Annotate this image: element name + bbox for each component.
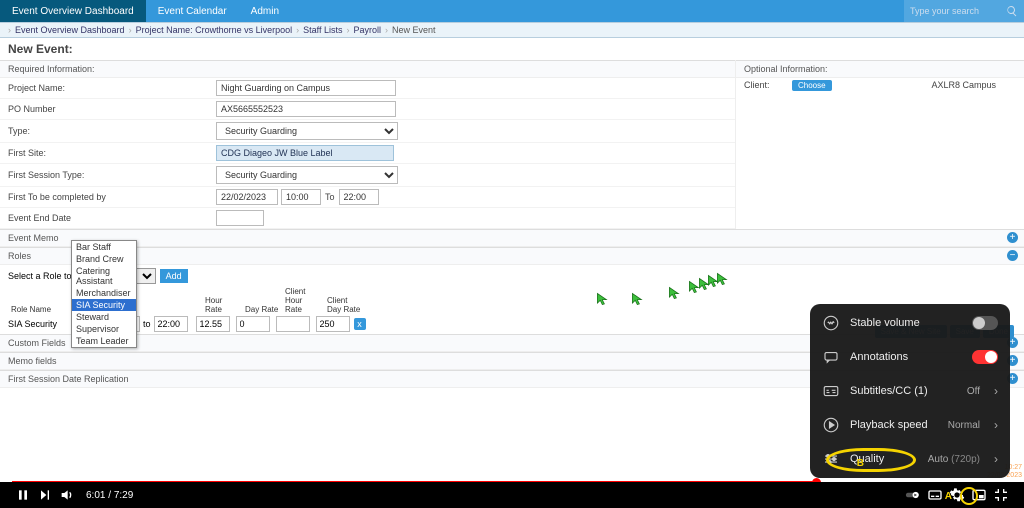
yt-stable-volume[interactable]: Stable volume [810, 306, 1010, 340]
stable-volume-icon [822, 314, 840, 332]
label-client: Client: [744, 80, 784, 91]
cursor-icon [631, 292, 645, 306]
search-placeholder: Type your search [910, 6, 979, 16]
volume-button[interactable] [56, 484, 78, 506]
label-type: Type: [8, 126, 216, 136]
crumb-3[interactable]: Staff Lists [303, 25, 342, 35]
role-name-cell: SIA Security [8, 319, 72, 329]
collapse-roles-icon[interactable]: − [1007, 250, 1018, 261]
subtitles-button[interactable] [924, 484, 946, 506]
section-optional: Optional Information: [736, 60, 1024, 78]
search-input[interactable]: Type your search [904, 0, 1024, 22]
playback-speed-icon [822, 416, 840, 434]
dropdown-option[interactable]: Team Leader [72, 335, 136, 347]
label-po-number: PO Number [8, 104, 216, 114]
complete-to-input[interactable] [339, 189, 379, 205]
autoplay-toggle[interactable] [902, 484, 924, 506]
quality-icon [822, 450, 840, 468]
next-button[interactable] [34, 484, 56, 506]
youtube-settings-panel: Stable volume Annotations Subtitles/CC (… [810, 304, 1010, 478]
complete-date-input[interactable] [216, 189, 278, 205]
dropdown-option[interactable]: Catering Assistant [72, 265, 136, 287]
cursor-icon [668, 286, 682, 300]
role-to-input[interactable] [154, 316, 188, 332]
toggle-on[interactable] [972, 350, 998, 364]
yt-subtitles[interactable]: Subtitles/CC (1) Off› [810, 374, 1010, 408]
dropdown-option[interactable]: Brand Crew [72, 253, 136, 265]
role-cdr-input[interactable] [316, 316, 350, 332]
subtitles-icon [822, 382, 840, 400]
complete-from-input[interactable] [281, 189, 321, 205]
miniplayer-button[interactable] [968, 484, 990, 506]
top-nav: Event Overview Dashboard Event Calendar … [0, 0, 1024, 22]
project-name-input[interactable] [216, 80, 396, 96]
label-event-end-date: Event End Date [8, 213, 216, 223]
tab-event-overview[interactable]: Event Overview Dashboard [0, 0, 146, 22]
remove-role-button[interactable]: x [354, 318, 366, 330]
section-required: Required Information: [0, 60, 735, 78]
cursor-icon [596, 292, 610, 306]
type-select[interactable]: Security Guarding [216, 122, 398, 140]
chevron-right-icon: › [994, 418, 998, 432]
yt-annotations[interactable]: Annotations [810, 340, 1010, 374]
exit-fullscreen-button[interactable] [990, 484, 1012, 506]
tab-event-calendar[interactable]: Event Calendar [146, 0, 239, 22]
time-display: 6:01 / 7:29 [86, 490, 133, 501]
client-choose-button[interactable]: Choose [792, 80, 832, 91]
dropdown-option-selected[interactable]: SIA Security [72, 299, 136, 311]
event-end-date-input[interactable] [216, 210, 264, 226]
label-first-site: First Site: [8, 148, 216, 158]
chevron-right-icon: › [994, 452, 998, 466]
role-to-label: to [143, 319, 151, 329]
crumb-2[interactable]: Project Name: Crowthorne vs Liverpool [136, 25, 293, 35]
first-site-box[interactable]: CDG Diageo JW Blue Label [216, 145, 394, 161]
annotations-icon [822, 348, 840, 366]
expand-memo-icon[interactable]: + [1007, 232, 1018, 243]
first-session-type-select[interactable]: Security Guarding [216, 166, 398, 184]
dropdown-option[interactable]: Merchandiser [72, 287, 136, 299]
label-first-session-type: First Session Type: [8, 170, 216, 180]
crumb-1[interactable]: Event Overview Dashboard [15, 25, 125, 35]
yt-playback-speed[interactable]: Playback speed Normal› [810, 408, 1010, 442]
role-hr-input[interactable] [196, 316, 230, 332]
search-icon [1006, 5, 1018, 17]
yt-quality[interactable]: Quality Auto (720p)› [810, 442, 1010, 476]
role-chr-input[interactable] [276, 316, 310, 332]
crumb-4[interactable]: Payroll [354, 25, 382, 35]
label-first-completed-by: First To be completed by [8, 192, 216, 202]
page-title: New Event: [0, 38, 1024, 60]
section-roles: Roles− [0, 247, 1024, 265]
pause-button[interactable] [12, 484, 34, 506]
to-label: To [325, 192, 335, 202]
campus-label: AXLR8 Campus [931, 80, 996, 91]
dropdown-option[interactable]: Bar Staff [72, 241, 136, 253]
po-number-input[interactable] [216, 101, 396, 117]
annotation-letter-a: A [945, 491, 952, 502]
section-event-memo: Event Memo+ [0, 229, 1024, 247]
role-dr-input[interactable] [236, 316, 270, 332]
add-role-button[interactable]: Add [160, 269, 188, 283]
youtube-control-bar: 6:01 / 7:29 [0, 482, 1024, 508]
annotation-letter-b: B [857, 458, 864, 469]
role-dropdown[interactable]: Bar Staff Brand Crew Catering Assistant … [71, 240, 137, 348]
tab-admin[interactable]: Admin [239, 0, 291, 22]
cursor-icon [716, 272, 730, 286]
label-project-name: Project Name: [8, 83, 216, 93]
breadcrumb: ›Event Overview Dashboard ›Project Name:… [0, 22, 1024, 38]
dropdown-option[interactable]: Steward [72, 311, 136, 323]
toggle-off[interactable] [972, 316, 998, 330]
dropdown-option[interactable]: Supervisor [72, 323, 136, 335]
crumb-current: New Event [392, 25, 436, 35]
chevron-right-icon: › [994, 384, 998, 398]
